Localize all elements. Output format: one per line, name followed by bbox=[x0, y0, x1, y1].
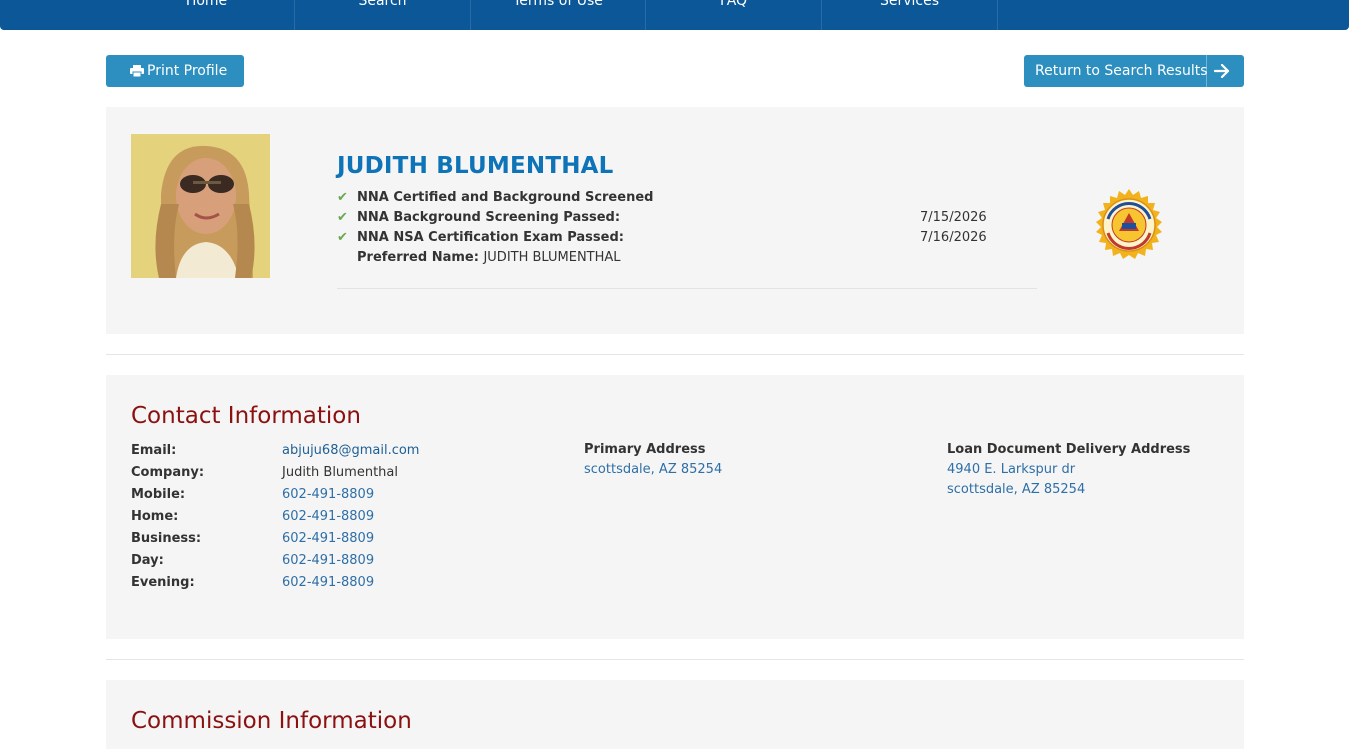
evening-phone-link[interactable]: 602-491-8809 bbox=[282, 572, 374, 594]
business-label: Business: bbox=[131, 531, 202, 546]
cert-row-background: ✔ NNA Background Screening Passed: bbox=[337, 208, 620, 228]
print-profile-label: Print Profile bbox=[147, 63, 228, 79]
nav-faq[interactable]: FAQ bbox=[646, 0, 822, 30]
email-link[interactable]: abjuju68@gmail.com bbox=[282, 440, 419, 462]
check-icon: ✔ bbox=[337, 210, 348, 225]
certified-seal-icon bbox=[1096, 189, 1162, 259]
cert-row-certified: ✔ NNA Certified and Background Screened bbox=[337, 188, 653, 208]
profile-photo-image bbox=[131, 134, 270, 278]
company-value: Judith Blumenthal bbox=[282, 465, 398, 480]
return-to-search-button[interactable]: Return to Search Results bbox=[1024, 55, 1244, 87]
day-phone-link[interactable]: 602-491-8809 bbox=[282, 550, 374, 572]
commission-panel: Commission Information bbox=[106, 680, 1244, 749]
profile-name: JUDITH BLUMENTHAL bbox=[337, 153, 614, 179]
email-label: Email: bbox=[131, 443, 177, 458]
nav-search[interactable]: Search bbox=[295, 0, 471, 30]
contact-title: Contact Information bbox=[131, 403, 361, 429]
print-profile-button[interactable]: Print Profile bbox=[106, 55, 244, 87]
day-label: Day: bbox=[131, 553, 164, 568]
nav-services[interactable]: Services bbox=[822, 0, 998, 30]
evening-label: Evening: bbox=[131, 575, 195, 590]
return-to-search-label: Return to Search Results bbox=[1035, 63, 1208, 79]
mobile-phone-link[interactable]: 602-491-8809 bbox=[282, 484, 374, 506]
profile-photo bbox=[131, 134, 270, 278]
arrow-right-icon bbox=[1214, 64, 1230, 78]
primary-address-heading: Primary Address bbox=[584, 442, 706, 457]
top-navigation: Home Search Terms of Use FAQ Services bbox=[0, 0, 1349, 30]
check-icon: ✔ bbox=[337, 190, 348, 205]
loan-address-line-2[interactable]: scottsdale, AZ 85254 bbox=[947, 480, 1085, 500]
section-divider bbox=[106, 354, 1244, 355]
printer-icon bbox=[130, 65, 144, 77]
nav-home[interactable]: Home bbox=[119, 0, 295, 30]
section-divider bbox=[106, 659, 1244, 660]
cert-row-exam: ✔ NNA NSA Certification Exam Passed: bbox=[337, 228, 624, 248]
button-divider bbox=[1206, 55, 1207, 87]
home-label: Home: bbox=[131, 509, 179, 524]
cert-date-background: 7/15/2026 bbox=[920, 210, 987, 225]
profile-divider bbox=[337, 288, 1037, 289]
business-phone-link[interactable]: 602-491-8809 bbox=[282, 528, 374, 550]
commission-title: Commission Information bbox=[131, 708, 412, 734]
home-phone-link[interactable]: 602-491-8809 bbox=[282, 506, 374, 528]
mobile-label: Mobile: bbox=[131, 487, 186, 502]
loan-address-line-1[interactable]: 4940 E. Larkspur dr bbox=[947, 460, 1075, 480]
nav-terms-of-use[interactable]: Terms of Use bbox=[471, 0, 646, 30]
preferred-name-row: Preferred Name: JUDITH BLUMENTHAL bbox=[357, 250, 621, 265]
primary-address-line[interactable]: scottsdale, AZ 85254 bbox=[584, 460, 722, 480]
check-icon: ✔ bbox=[337, 230, 348, 245]
profile-panel: JUDITH BLUMENTHAL ✔ NNA Certified and Bac… bbox=[106, 107, 1244, 334]
loan-address-heading: Loan Document Delivery Address bbox=[947, 442, 1191, 457]
contact-panel: Contact Information Email: abjuju68@gmai… bbox=[106, 375, 1244, 639]
company-label: Company: bbox=[131, 465, 205, 480]
cert-date-exam: 7/16/2026 bbox=[920, 230, 987, 245]
